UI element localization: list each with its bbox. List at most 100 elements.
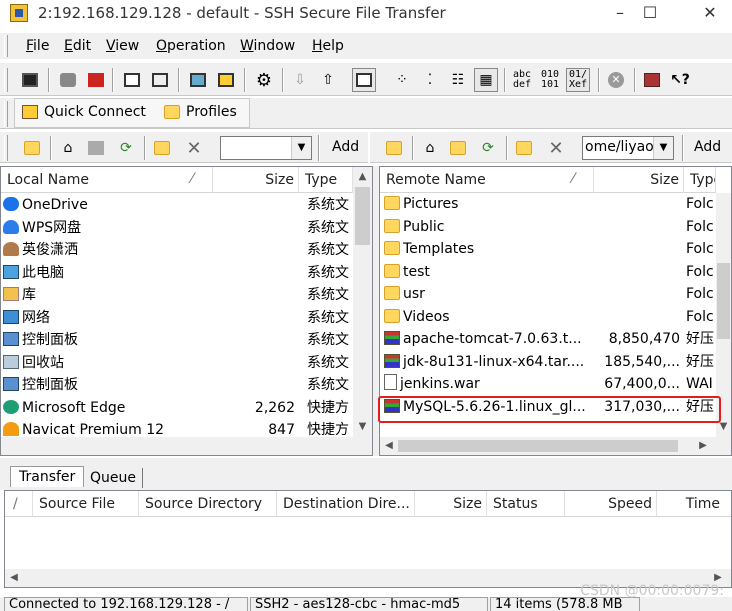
remote-horizontal-scrollbar[interactable]: ◀ ▶ bbox=[380, 437, 731, 455]
download-arrow-icon[interactable]: ⇩ bbox=[288, 68, 312, 92]
scroll-up-icon[interactable]: ▲ bbox=[353, 171, 372, 182]
maximize-button[interactable]: ☐ bbox=[628, 2, 672, 26]
col-remote-size[interactable]: Size bbox=[594, 167, 684, 193]
new-window-icon[interactable] bbox=[186, 68, 210, 92]
profiles-button[interactable]: Profiles bbox=[164, 104, 237, 120]
list-view-icon[interactable]: ☷ bbox=[446, 68, 470, 92]
ascii-mode-icon[interactable]: abc def bbox=[510, 68, 534, 92]
col-source-directory[interactable]: Source Directory bbox=[139, 491, 277, 517]
status-items: 14 items (578.8 MB bbox=[490, 597, 640, 611]
scroll-left-icon[interactable]: ◀ bbox=[7, 572, 21, 583]
remote-folder-icon[interactable] bbox=[446, 136, 470, 160]
folder-icon bbox=[384, 218, 400, 233]
col-local-name[interactable]: Local Name bbox=[1, 167, 213, 193]
list-item[interactable]: apache-tomcat-7.0.63.t... 8,850,470 好压 bbox=[380, 328, 716, 351]
close-button[interactable]: ✕ bbox=[688, 2, 732, 26]
list-item[interactable]: 回收站 系统文 bbox=[1, 352, 353, 375]
scroll-thumb[interactable] bbox=[398, 440, 678, 452]
chevron-down-icon[interactable]: ▼ bbox=[291, 137, 311, 159]
remote-up-folder-icon[interactable] bbox=[382, 136, 406, 160]
list-item[interactable]: usr Folc bbox=[380, 283, 716, 306]
col-transfer-direction[interactable]: / bbox=[5, 491, 33, 517]
local-vertical-scrollbar[interactable]: ▲ ▼ bbox=[353, 167, 372, 437]
chevron-down-icon[interactable]: ▼ bbox=[653, 137, 673, 159]
menu-file[interactable]: File bbox=[26, 38, 49, 54]
scroll-down-icon[interactable]: ▼ bbox=[353, 421, 372, 432]
scroll-thumb[interactable] bbox=[717, 263, 730, 339]
new-transfer-icon[interactable] bbox=[214, 68, 238, 92]
settings-icon[interactable]: ⚙ bbox=[252, 68, 276, 92]
list-item[interactable]: 网络 系统文 bbox=[1, 307, 353, 330]
list-item[interactable]: Pictures Folc bbox=[380, 193, 716, 216]
auto-mode-icon[interactable]: 01/ Xef bbox=[566, 68, 590, 92]
upload-arrow-icon[interactable]: ⇧ bbox=[316, 68, 340, 92]
menu-edit[interactable]: Edit bbox=[64, 38, 91, 54]
menu-operation[interactable]: Operation bbox=[156, 38, 226, 54]
list-item[interactable]: 英俊潇洒 系统文 bbox=[1, 239, 353, 262]
local-delete-icon[interactable]: ✕ bbox=[182, 136, 206, 160]
remote-home-icon[interactable]: ⌂ bbox=[418, 136, 442, 160]
scroll-thumb[interactable] bbox=[355, 187, 370, 245]
scroll-right-icon[interactable]: ▶ bbox=[711, 572, 725, 583]
list-item[interactable]: 库 系统文 bbox=[1, 284, 353, 307]
file-type: WAI bbox=[686, 376, 713, 392]
local-add-button[interactable]: Add bbox=[332, 139, 359, 155]
col-size[interactable]: Size bbox=[213, 167, 299, 193]
list-item[interactable]: 控制面板 系统文 bbox=[1, 374, 353, 397]
local-horizontal-scrollbar[interactable] bbox=[1, 437, 372, 455]
stop-icon[interactable]: ✕ bbox=[604, 68, 628, 92]
copy-icon[interactable] bbox=[120, 68, 144, 92]
paste-icon[interactable] bbox=[148, 68, 172, 92]
col-speed[interactable]: Speed bbox=[565, 491, 657, 517]
list-item[interactable]: jenkins.war 67,400,0... WAI bbox=[380, 373, 716, 396]
remote-delete-icon[interactable]: ✕ bbox=[544, 136, 568, 160]
disconnect-icon[interactable] bbox=[56, 68, 80, 92]
remote-add-button[interactable]: Add bbox=[694, 139, 721, 155]
binary-mode-icon[interactable]: 010 101 bbox=[538, 68, 562, 92]
list-item[interactable]: OneDrive 系统文 bbox=[1, 194, 353, 217]
col-destination-directory[interactable]: Destination Dire... bbox=[277, 491, 415, 517]
local-new-folder-icon[interactable] bbox=[150, 136, 174, 160]
local-path-combo[interactable]: ▼ bbox=[220, 136, 312, 160]
small-icons-icon[interactable]: ⁚ bbox=[418, 68, 442, 92]
list-item[interactable]: 控制面板 系统文 bbox=[1, 329, 353, 352]
scroll-right-icon[interactable]: ▶ bbox=[696, 440, 710, 451]
list-item[interactable]: Public Folc bbox=[380, 216, 716, 239]
col-time[interactable]: Time bbox=[657, 491, 731, 517]
view-toggle-icon[interactable] bbox=[352, 68, 376, 92]
toolbar-separator bbox=[244, 68, 246, 92]
menu-window[interactable]: Window bbox=[240, 38, 295, 54]
list-item[interactable]: WPS网盘 系统文 bbox=[1, 217, 353, 240]
tab-transfer[interactable]: Transfer bbox=[10, 466, 85, 487]
list-item[interactable]: Microsoft Edge 2,262 快捷方 bbox=[1, 397, 353, 420]
col-remote-name[interactable]: Remote Name bbox=[380, 167, 594, 193]
menu-view[interactable]: View bbox=[106, 38, 139, 54]
remote-path-combo[interactable]: ome/liyao ▼ bbox=[582, 136, 674, 160]
local-up-folder-icon[interactable] bbox=[20, 136, 44, 160]
list-item[interactable]: 此电脑 系统文 bbox=[1, 262, 353, 285]
quick-connect-button[interactable]: Quick Connect bbox=[22, 104, 146, 120]
list-item[interactable]: Templates Folc bbox=[380, 238, 716, 261]
menu-help[interactable]: Help bbox=[312, 38, 344, 54]
col-remote-type[interactable]: Type bbox=[684, 167, 716, 193]
remote-new-folder-icon[interactable] bbox=[512, 136, 536, 160]
local-home-icon[interactable]: ⌂ bbox=[56, 136, 80, 160]
context-help-icon[interactable]: ↖? bbox=[668, 68, 692, 92]
save-icon[interactable] bbox=[18, 68, 42, 92]
remote-refresh-icon[interactable]: ⟳ bbox=[476, 136, 500, 160]
terminal-icon[interactable] bbox=[84, 68, 108, 92]
scroll-left-icon[interactable]: ◀ bbox=[382, 440, 396, 451]
list-item[interactable]: Videos Folc bbox=[380, 306, 716, 329]
list-item[interactable]: test Folc bbox=[380, 261, 716, 284]
col-transfer-size[interactable]: Size bbox=[415, 491, 487, 517]
col-type[interactable]: Type bbox=[299, 167, 353, 193]
col-status[interactable]: Status bbox=[487, 491, 565, 517]
tab-queue[interactable]: Queue bbox=[84, 468, 143, 488]
help-book-icon[interactable] bbox=[640, 68, 664, 92]
list-item[interactable]: jdk-8u131-linux-x64.tar.... 185,540,... 好压 bbox=[380, 351, 716, 374]
details-view-icon[interactable]: ▦ bbox=[474, 68, 498, 92]
local-drive-icon[interactable] bbox=[84, 136, 108, 160]
col-source-file[interactable]: Source File bbox=[33, 491, 139, 517]
local-refresh-icon[interactable]: ⟳ bbox=[114, 136, 138, 160]
large-icons-icon[interactable]: ⁘ bbox=[390, 68, 414, 92]
